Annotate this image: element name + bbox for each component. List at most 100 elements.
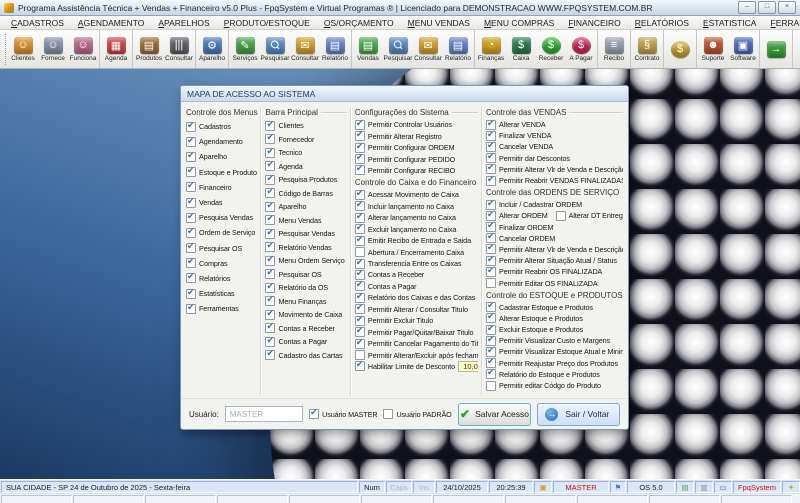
checkbox-item[interactable]: Excluir Estoque e Produtos [486,324,623,335]
checkbox-item[interactable]: Relatório Vendas [265,241,346,255]
checkbox-item[interactable]: Permitir Cancelar Pagamento do Titulo [354,338,478,349]
checkbox-item[interactable]: Menu Finanças [265,295,346,309]
checkbox[interactable] [354,201,365,212]
toolbar-button-clientes[interactable]: ☺ Clientes [8,36,38,62]
checkbox-item[interactable]: Alterar Estoque e Produtos [486,313,623,324]
checkbox-item[interactable]: Menu Ordem Serviço [265,254,346,268]
checkbox-item[interactable]: Pesquisa Produtos [265,173,346,187]
checkbox[interactable] [309,407,320,419]
toolbar-button-receber[interactable]: $ Receber [536,36,566,62]
toolbar-button-pesquisar[interactable]: Ϙ Pesquisar [383,36,413,62]
minimize-button[interactable]: – [738,1,756,14]
checkbox-item[interactable]: Permitir Configurar PEDIDO [354,153,478,165]
toolbar-button-servic-os[interactable]: ✎ Serviços [230,36,260,62]
toolbar-button-relato-rio[interactable]: ▤ Relatório [320,36,350,62]
checkbox-item[interactable]: Vendas [186,195,257,210]
checkbox-item[interactable]: Movimento de Caixa [265,308,346,322]
checkbox-item[interactable]: Financeiro [186,180,257,195]
checkbox-item[interactable]: Pesquisar OS [265,268,346,282]
checkbox[interactable] [486,164,496,175]
checkbox-item[interactable]: Permitir Editar OS FINALIZADA [486,277,623,289]
checkbox-item[interactable]: Contas a Pagar [354,281,478,292]
checkbox[interactable] [265,241,276,253]
toolbar-button-contrato[interactable]: § Contrato [632,36,662,62]
checkbox-item[interactable]: Estoque e Produtos [186,165,257,180]
checkbox-item[interactable]: Cadastro das Cartas [265,349,346,363]
toolbar-button-financ-as[interactable]: ◔ Finanças [476,36,506,62]
username-input[interactable]: MASTER [224,406,304,422]
checkbox[interactable] [486,346,496,357]
checkbox-item[interactable]: Alterar ORDEMAlterar DT Entrega [486,210,623,221]
discount-limit-input[interactable]: 10,00 [457,360,478,372]
checkbox[interactable] [186,226,196,238]
checkbox[interactable] [354,258,365,269]
checkbox-item[interactable]: Incluir lançamento no Caixa [354,201,478,212]
checkbox[interactable] [186,256,196,269]
checkbox[interactable] [555,210,566,221]
checkbox-item[interactable]: Permitir Configurar RECIBO [354,165,478,176]
checkbox-item[interactable]: Habilitar Limite de Desconto10,00% [354,360,478,372]
checkbox[interactable] [354,304,365,315]
checkbox-item[interactable]: Estatísticas [186,286,257,301]
checkbox-item[interactable]: Permitir Controlar Usuários [354,119,478,130]
checkbox[interactable] [354,130,365,142]
checkbox-item[interactable]: Permitir Alterar Vlr de Venda e Descriçã… [486,244,623,255]
checkbox-item[interactable]: Pesquisar Vendas [265,227,346,241]
toolbar-button-vendas[interactable]: ▤ Vendas [353,36,383,62]
checkbox[interactable] [354,247,365,258]
checkbox-item[interactable]: Permitir dar Descontos [486,153,623,164]
checkbox-item[interactable]: Permitir Alterar/Excluir após fechamento [354,349,478,361]
menu-produto-estoque[interactable]: PRODUTO/ESTOQUE [217,18,317,28]
checkbox-item[interactable]: Permitir editar Códgo do Produto [486,380,623,391]
checkbox[interactable] [486,244,496,255]
checkbox[interactable] [265,349,276,361]
checkbox[interactable] [186,150,196,162]
checkbox[interactable] [354,326,365,338]
menu-ferramentas[interactable]: FERRAMENTAS [763,18,800,28]
toolbar-button-fornece[interactable]: ☺ Fornece [38,36,68,62]
checkbox[interactable] [265,295,276,307]
toolbar-button-a-pagar[interactable]: $ A Pagar [566,36,596,62]
save-access-button[interactable]: ✔ Salvar Acesso [457,402,532,426]
checkbox[interactable] [354,142,365,153]
checkbox-item[interactable]: Relatório do Estoque e Produtos [486,369,623,380]
checkbox-item[interactable]: Relatório dos Caixas e das Contas [354,292,478,303]
menu-agendamento[interactable]: AGENDAMENTO [71,18,151,28]
checkbox-item[interactable]: Pesquisar OS [186,241,257,256]
toolbar-button-funciona[interactable]: ☺ Funciona [68,36,98,62]
checkbox[interactable] [486,335,496,346]
checkbox[interactable] [354,338,365,349]
checkbox-item[interactable]: Cadastrar Estoque e Produtos [486,302,623,313]
checkbox[interactable] [354,119,365,130]
checkbox[interactable] [354,224,365,235]
checkbox[interactable] [486,278,496,289]
checkbox[interactable] [186,287,196,299]
checkbox[interactable] [486,302,496,313]
checkbox[interactable] [186,302,196,314]
checkbox-item[interactable]: Permitir Alterar Vlr de Venda e Descriçã… [486,164,623,175]
checkbox-item[interactable]: Aparelho [265,200,346,214]
checkbox[interactable] [265,119,276,131]
checkbox-item[interactable]: Ferramentas [186,301,257,316]
checkbox-item[interactable]: Ordem de Serviço [186,225,257,240]
checkbox[interactable] [265,227,276,239]
menu-aparelhos[interactable]: APARELHOS [151,18,216,28]
toolbar-button-consultar[interactable]: ✉ Consultar [413,36,443,62]
checkbox-item[interactable]: Incluir / Cadastrar ORDEM [486,199,623,210]
checkbox[interactable] [486,313,496,324]
checkbox[interactable] [354,235,365,246]
checkbox-item[interactable]: Contas a Pagar [265,335,346,349]
menu-financeiro[interactable]: FINANCEIRO [561,18,627,28]
checkbox-item[interactable]: Permitir Alterar / Consultar Titulo [354,304,478,315]
checkbox-item[interactable]: Agenda [265,160,346,174]
toolbar-button-consultar[interactable]: ||| Consultar [164,36,194,62]
checkbox[interactable] [186,135,196,147]
checkbox[interactable] [383,409,394,419]
checkbox-item[interactable]: Finalizar VENDA [486,130,623,141]
checkbox[interactable] [486,233,496,244]
checkbox-item[interactable]: Relatórios [186,271,257,286]
menu-menu-vendas[interactable]: MENU VENDAS [401,18,477,28]
checkbox-item[interactable]: Permitir Visualizar Estoque Atual e Mini… [486,346,623,357]
checkbox[interactable] [354,281,365,292]
checkbox-item[interactable]: Código de Barras [265,187,346,201]
